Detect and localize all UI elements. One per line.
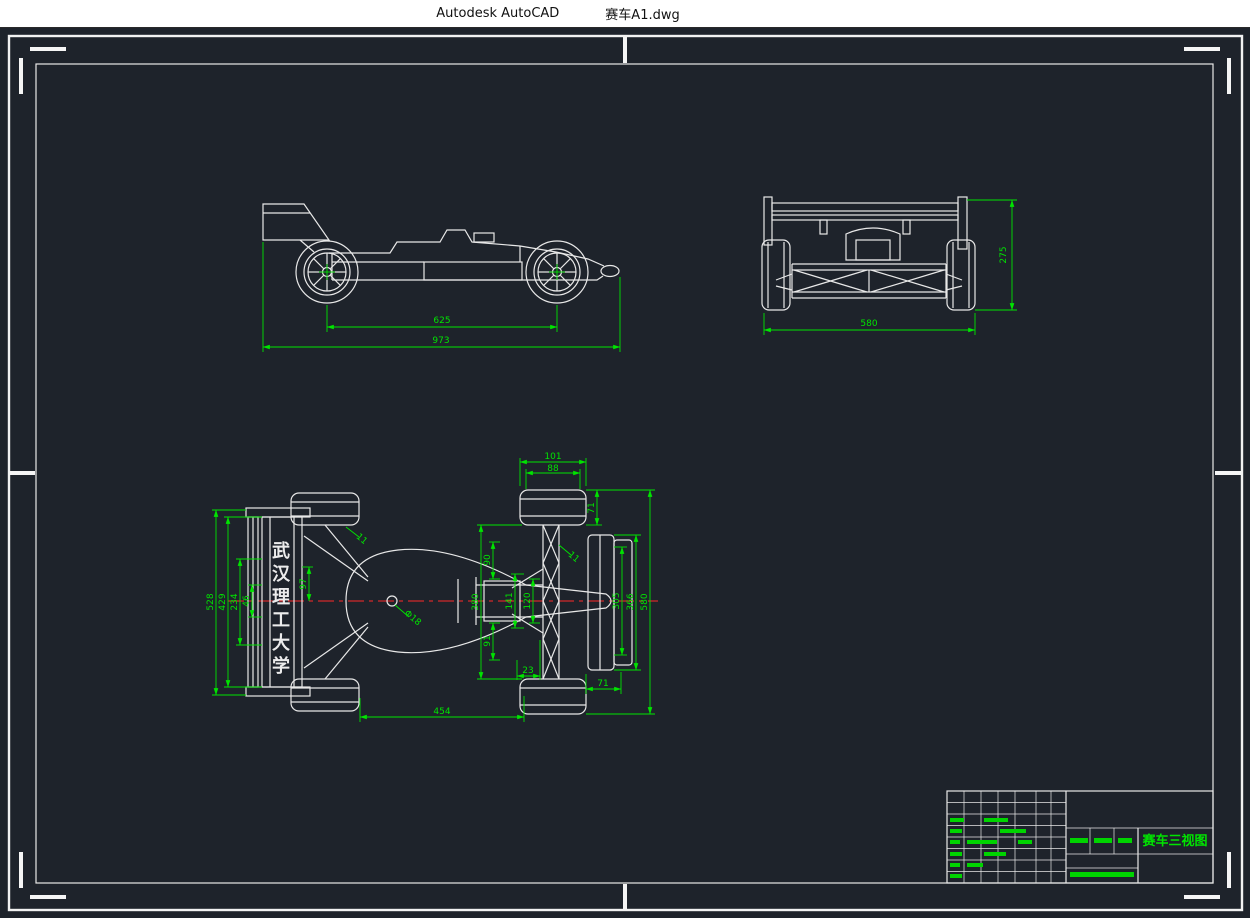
- dim-label: 88: [547, 464, 559, 474]
- dim-11-b: 11: [559, 545, 581, 565]
- sheet-frame: [9, 36, 1242, 910]
- dim-label: 141: [505, 592, 515, 609]
- dim-label: 90: [483, 554, 493, 566]
- frame-corner-marks: [9, 37, 1241, 909]
- dim-label: 973: [432, 336, 449, 346]
- rear-wing-rear: [764, 197, 967, 249]
- dim-label: 234: [230, 593, 240, 610]
- sidepod: [424, 262, 522, 280]
- front-truss-top: [512, 525, 559, 679]
- drawing-title: 赛车三视图: [1141, 833, 1207, 849]
- dim-label: 23: [522, 666, 533, 676]
- dim-track-width: 580: [764, 313, 975, 335]
- dim-label: 71: [597, 679, 608, 689]
- dim-97: 97: [299, 567, 313, 601]
- dim-label: 454: [433, 707, 450, 717]
- drawing-canvas[interactable]: 625 973: [0, 28, 1250, 918]
- dim-88: 88: [526, 464, 580, 489]
- dim-label: 91: [483, 635, 493, 646]
- dim-label: Φ18: [402, 609, 423, 629]
- window-titlebar: Autodesk AutoCAD 赛车A1.dwg: [0, 0, 1250, 28]
- model-space-canvas[interactable]: 625 973: [0, 28, 1250, 918]
- dim-label: 429: [218, 593, 228, 610]
- title-block-text-marks: [950, 818, 1134, 878]
- dim-label: 101: [544, 452, 561, 462]
- inner-border: [36, 64, 1213, 883]
- dim-label: 528: [206, 593, 216, 610]
- wheel-center-marks: [319, 264, 565, 280]
- dim-label: 97: [299, 578, 309, 589]
- dim-label: 580: [860, 319, 877, 329]
- side-view: 625 973: [263, 204, 620, 352]
- dim-11-a: 11: [346, 527, 369, 547]
- outer-border: [9, 36, 1242, 910]
- file-name: 赛车A1.dwg: [605, 4, 679, 23]
- dim-label: 580: [640, 593, 650, 610]
- rear-view: 580 275: [762, 197, 1017, 335]
- dim-label: 305: [612, 592, 622, 609]
- dim-label: 120: [523, 592, 533, 609]
- dim-23: 23: [517, 640, 540, 680]
- headrest: [474, 233, 494, 242]
- dim-label: 625: [433, 316, 450, 326]
- dim-label: 380: [471, 593, 481, 610]
- chassis-rear: [776, 264, 962, 298]
- wheels-top-view: [291, 490, 586, 714]
- title-block: 赛车三视图: [947, 791, 1213, 883]
- wing-endplate-left: [764, 197, 772, 245]
- rear-wing-side: [263, 204, 329, 252]
- dim-71-wing: 71: [586, 672, 621, 694]
- engine-cover-rear: [846, 228, 900, 260]
- dim-90: 90: [483, 542, 500, 579]
- university-label: 武汉理工大学: [264, 525, 294, 695]
- dim-454: 454: [360, 696, 524, 722]
- dim-label: 71: [587, 502, 597, 513]
- dim-wheelbase: 625: [327, 305, 557, 332]
- dim-label: 275: [999, 246, 1009, 263]
- app-name: Autodesk AutoCAD: [436, 6, 559, 21]
- dim-overall-length: 973: [263, 242, 620, 352]
- wing-endplate-right: [958, 197, 967, 249]
- dim-phi18: Φ18: [395, 605, 423, 628]
- dim-label: 46: [242, 595, 252, 607]
- dim-71-wheel: 71: [586, 490, 602, 525]
- rear-suspension-top: [304, 525, 368, 679]
- dim-label: 366: [626, 593, 636, 610]
- dim-91: 91: [483, 623, 500, 660]
- nose-tip: [601, 266, 619, 277]
